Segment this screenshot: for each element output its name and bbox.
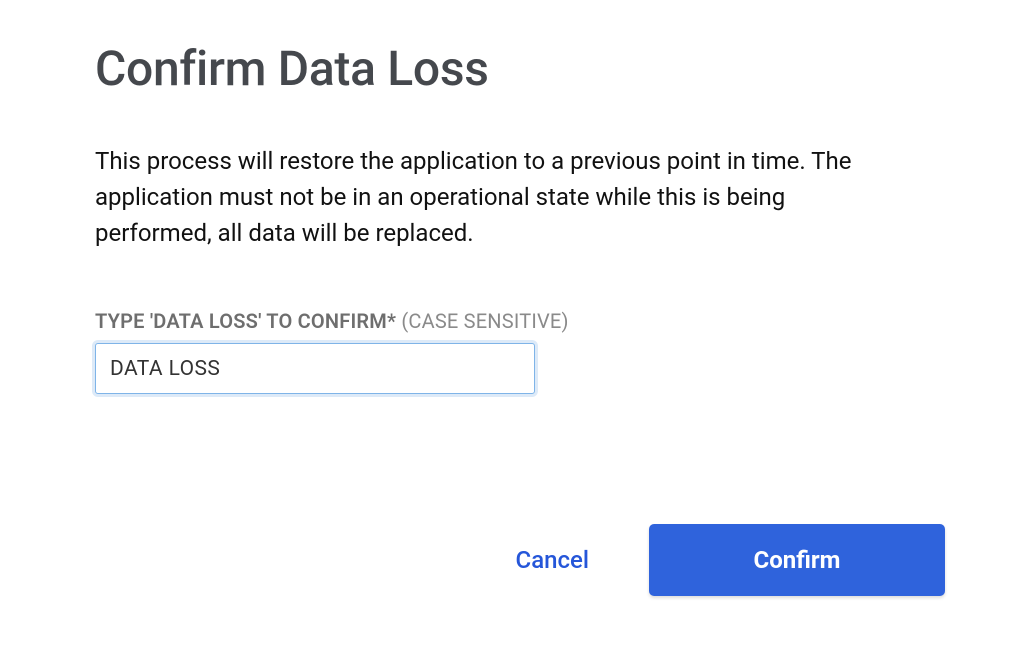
cancel-button[interactable]: Cancel (512, 538, 593, 582)
data-loss-confirm-input[interactable] (95, 343, 535, 394)
dialog-title: Confirm Data Loss (95, 40, 945, 97)
dialog-actions: Cancel Confirm (95, 524, 945, 596)
confirm-button[interactable]: Confirm (649, 524, 945, 596)
confirm-field-label-hint: (CASE SENSITIVE) (401, 309, 568, 333)
confirm-data-loss-dialog: Confirm Data Loss This process will rest… (95, 40, 945, 394)
dialog-body: This process will restore the applicatio… (95, 143, 905, 251)
confirm-field-label-main: TYPE 'DATA LOSS' TO CONFIRM* (95, 309, 396, 333)
confirm-field-label: TYPE 'DATA LOSS' TO CONFIRM* (CASE SENSI… (95, 309, 945, 333)
